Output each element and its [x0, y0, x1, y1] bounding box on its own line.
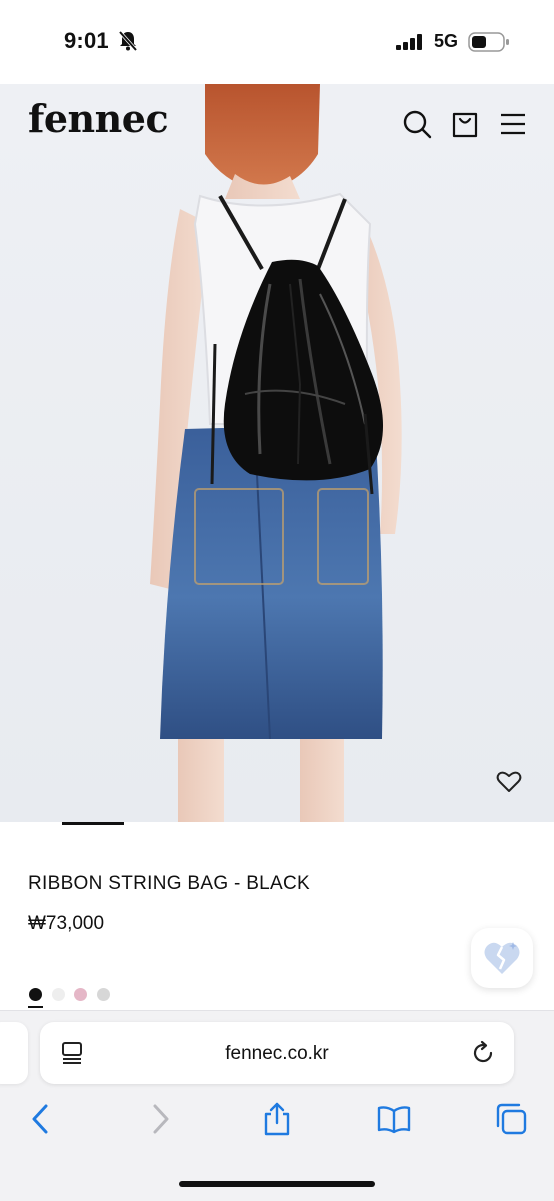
color-swatch-black[interactable] [29, 988, 42, 1001]
back-icon[interactable] [24, 1102, 58, 1136]
bell-slash-icon [118, 30, 138, 52]
site-logo[interactable]: fennec [28, 96, 169, 141]
battery-icon [468, 32, 509, 52]
selected-swatch-indicator [28, 1006, 43, 1008]
tabs-icon[interactable] [494, 1102, 528, 1136]
product-image[interactable] [0, 84, 554, 822]
status-time: 9:01 [64, 28, 109, 53]
site-header: fennec [0, 84, 554, 164]
product-photo [150, 84, 402, 822]
heart-outline-icon[interactable] [496, 770, 522, 794]
share-icon[interactable] [260, 1102, 294, 1136]
address-bar[interactable]: fennec.co.kr [40, 1022, 514, 1084]
status-bar: 9:01 5G [0, 0, 554, 84]
reload-icon[interactable] [470, 1040, 496, 1066]
product-price: ₩73,000 [28, 913, 105, 934]
forward-icon[interactable] [143, 1102, 177, 1136]
previous-tab-preview[interactable] [0, 1022, 28, 1084]
search-icon[interactable] [401, 108, 433, 140]
broken-heart-sparkle-icon [484, 942, 520, 974]
url-text[interactable]: fennec.co.kr [40, 1043, 514, 1065]
cellular-signal-icon [396, 34, 422, 50]
color-swatch-grey[interactable] [97, 988, 110, 1001]
product-title: RIBBON STRING BAG - BLACK [28, 873, 310, 894]
home-indicator [179, 1181, 375, 1187]
network-type: 5G [434, 31, 459, 51]
shopping-bag-icon[interactable] [449, 108, 481, 140]
color-swatch-pink[interactable] [74, 988, 87, 1001]
bookmarks-icon[interactable] [377, 1102, 411, 1136]
menu-icon[interactable] [497, 108, 529, 140]
carousel-indicator [62, 822, 124, 825]
color-swatch-white[interactable] [52, 988, 65, 1001]
floating-wishlist-button[interactable] [471, 928, 533, 988]
